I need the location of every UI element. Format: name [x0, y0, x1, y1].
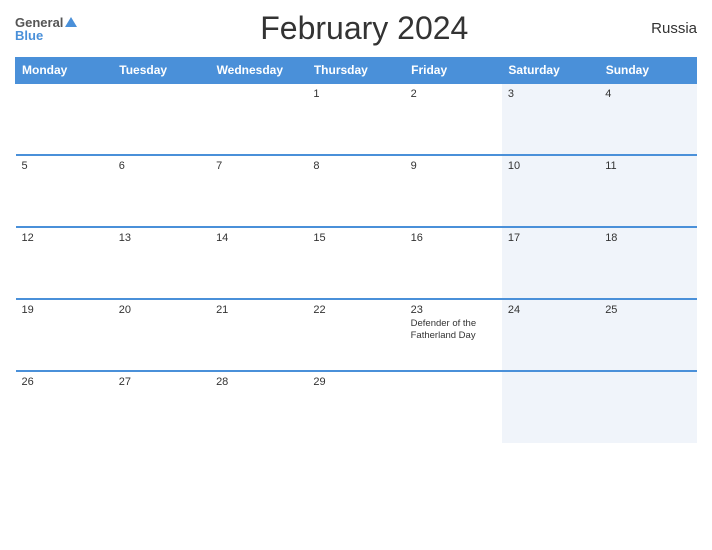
- weekday-saturday: Saturday: [502, 58, 599, 84]
- weekday-thursday: Thursday: [307, 58, 404, 84]
- day-number: 16: [411, 232, 496, 244]
- calendar-cell: 14: [210, 227, 307, 299]
- day-number: 15: [313, 232, 398, 244]
- logo-general-text: General: [15, 16, 63, 29]
- weekday-friday: Friday: [405, 58, 502, 84]
- calendar-cell: 28: [210, 371, 307, 443]
- day-number: 12: [22, 232, 107, 244]
- day-number: 18: [605, 232, 690, 244]
- logo-blue-text: Blue: [15, 29, 43, 42]
- calendar-cell: 25: [599, 299, 696, 371]
- calendar-week-row: 5678 9 10 11: [16, 155, 697, 227]
- day-number: 3: [508, 88, 593, 100]
- calendar-container: General Blue February 2024 Russia Monday…: [0, 0, 712, 550]
- calendar-cell: 19: [16, 299, 113, 371]
- weekday-sunday: Sunday: [599, 58, 696, 84]
- calendar-cell: 2: [405, 83, 502, 155]
- country-label: Russia: [651, 20, 697, 37]
- calendar-week-row: 26 27 28 29: [16, 371, 697, 443]
- weekday-wednesday: Wednesday: [210, 58, 307, 84]
- calendar-cell: 21: [210, 299, 307, 371]
- day-number: 23: [411, 304, 496, 316]
- day-number: 9: [411, 160, 496, 172]
- day-number: 13: [119, 232, 204, 244]
- calendar-cell: 12: [16, 227, 113, 299]
- calendar-cell: 16: [405, 227, 502, 299]
- calendar-cell: 13: [113, 227, 210, 299]
- calendar-cell: 5: [16, 155, 113, 227]
- day-number: 11: [605, 160, 690, 172]
- day-number: 26: [22, 376, 107, 388]
- calendar-cell: 27: [113, 371, 210, 443]
- holiday-label: Defender of the Fatherland Day: [411, 318, 496, 343]
- calendar-cell: 10: [502, 155, 599, 227]
- calendar-cell: [210, 83, 307, 155]
- calendar-cell: 15: [307, 227, 404, 299]
- day-number: 10: [508, 160, 593, 172]
- day-number: 29: [313, 376, 398, 388]
- day-number: 24: [508, 304, 593, 316]
- logo-triangle-icon: [65, 17, 77, 27]
- calendar-cell: 7: [210, 155, 307, 227]
- calendar-title: February 2024: [260, 10, 468, 47]
- day-number: 28: [216, 376, 301, 388]
- day-number: 17: [508, 232, 593, 244]
- calendar-week-row: 19 20 21 22 23 Defender of the Fatherland Day…: [16, 299, 697, 371]
- calendar-body: 1234567891011121314151617181920212223Def…: [16, 83, 697, 443]
- calendar-cell: 22: [307, 299, 404, 371]
- day-number: 14: [216, 232, 301, 244]
- calendar-cell: 17: [502, 227, 599, 299]
- calendar-cell: [599, 371, 696, 443]
- calendar-cell: 11: [599, 155, 696, 227]
- weekday-tuesday: Tuesday: [113, 58, 210, 84]
- calendar-cell: 18: [599, 227, 696, 299]
- calendar-cell: [502, 371, 599, 443]
- calendar-cell: 23 Defender of the Fatherland Day: [405, 299, 502, 371]
- day-number: 4: [605, 88, 690, 100]
- calendar-week-row: 12 13 14 15 16 17 18: [16, 227, 697, 299]
- day-number: 20: [119, 304, 204, 316]
- day-number: 7: [216, 160, 301, 172]
- calendar-cell: 3: [502, 83, 599, 155]
- calendar-cell: 6: [113, 155, 210, 227]
- calendar-cell: 9: [405, 155, 502, 227]
- weekday-monday: Monday: [16, 58, 113, 84]
- day-number: 8: [313, 160, 398, 172]
- calendar-cell: 24: [502, 299, 599, 371]
- calendar-cell: 26: [16, 371, 113, 443]
- day-number: 25: [605, 304, 690, 316]
- day-number: 21: [216, 304, 301, 316]
- calendar-cell: 1: [307, 83, 404, 155]
- calendar-cell: [16, 83, 113, 155]
- day-number: 27: [119, 376, 204, 388]
- day-number: 1: [313, 88, 398, 100]
- day-number: 5: [22, 160, 107, 172]
- calendar-week-row: 1 234: [16, 83, 697, 155]
- calendar-cell: 8: [307, 155, 404, 227]
- day-number: 6: [119, 160, 204, 172]
- calendar-cell: [113, 83, 210, 155]
- calendar-table: Monday Tuesday Wednesday Thursday Friday…: [15, 57, 697, 443]
- calendar-cell: [405, 371, 502, 443]
- calendar-cell: 20: [113, 299, 210, 371]
- calendar-header: General Blue February 2024 Russia: [15, 10, 697, 47]
- day-number: 19: [22, 304, 107, 316]
- day-number: 22: [313, 304, 398, 316]
- calendar-cell: 4: [599, 83, 696, 155]
- calendar-cell: 29: [307, 371, 404, 443]
- logo: General Blue: [15, 16, 77, 42]
- weekday-header-row: Monday Tuesday Wednesday Thursday Friday…: [16, 58, 697, 84]
- day-number: 2: [411, 88, 496, 100]
